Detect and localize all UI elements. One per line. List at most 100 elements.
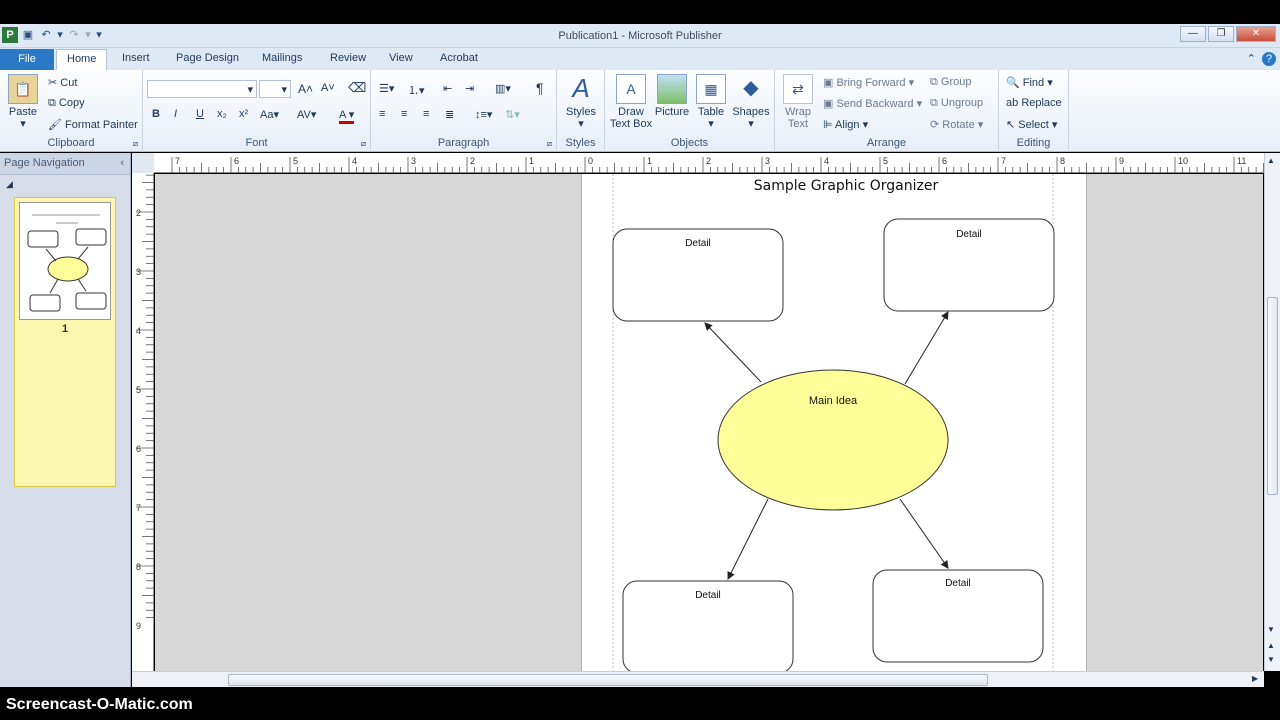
font-color-icon[interactable]: A ▾ (339, 108, 355, 124)
publication-page[interactable]: Sample Graphic Organizer Detail Detail M… (582, 174, 1086, 671)
help-icon[interactable]: ? (1262, 52, 1276, 66)
superscript-icon[interactable]: x² (239, 108, 248, 120)
detail-text-bottom-right[interactable]: Detail (873, 578, 1043, 589)
vertical-ruler[interactable]: 2 3 4 5 6 7 8 9 (132, 152, 154, 671)
page-thumbnail-selected[interactable]: 1 (14, 197, 116, 487)
minimize-ribbon-icon[interactable]: ⌃ (1247, 52, 1256, 66)
tab-insert[interactable]: Insert (122, 52, 150, 64)
group-font: ▾ ▾ A˄ A˅ ⌫ B I U x₂ x² Aa▾ AV▾ A ▾ Font… (143, 70, 371, 152)
styles-icon: A (572, 73, 590, 103)
wrap-text-button[interactable]: ⇄ Wrap Text (781, 74, 815, 130)
select-button[interactable]: ↖ Select ▾ (1006, 118, 1057, 131)
document-canvas[interactable]: Sample Graphic Organizer Detail Detail M… (155, 174, 1263, 671)
align-left-icon[interactable]: ≡ (379, 108, 385, 120)
table-button[interactable]: ▦ Table ▾ (693, 74, 729, 130)
select-icon: ↖ (1006, 119, 1016, 131)
collapse-pane-icon[interactable]: ‹ (120, 157, 124, 169)
send-backward-icon: ▣ (823, 98, 834, 110)
align-right-icon[interactable]: ≡ (423, 108, 429, 120)
justify-icon[interactable]: ≣ (445, 108, 454, 121)
document-title[interactable]: Sample Graphic Organizer (582, 178, 1110, 194)
picture-button[interactable]: Picture (653, 74, 691, 118)
subscript-icon[interactable]: x₂ (217, 108, 227, 120)
replace-button[interactable]: ab Replace (1006, 97, 1062, 109)
align-label: Align (835, 119, 860, 131)
tab-acrobat[interactable]: Acrobat (440, 52, 478, 64)
bold-button[interactable]: B (152, 108, 160, 120)
tab-file[interactable]: File (0, 49, 54, 70)
styles-button[interactable]: A Styles ▾ (564, 74, 598, 130)
group-label: Group (940, 76, 972, 88)
paragraph-spacing-icon[interactable]: ⇅▾ (505, 108, 520, 121)
ribbon-home: 📋 Paste ▾ ✂ Cut ⧉ Copy 🖌 Format Painter … (0, 70, 1280, 152)
font-launcher-icon[interactable]: ⧄ (361, 139, 366, 149)
align-button[interactable]: ⊫ Align ▾ (823, 118, 868, 131)
rotate-button[interactable]: ⟳ Rotate ▾ (930, 118, 983, 131)
minimize-button[interactable]: — (1180, 26, 1206, 42)
picture-icon (657, 74, 687, 104)
shapes-button[interactable]: ◆ Shapes ▾ (731, 74, 771, 130)
draw-text-box-button[interactable]: A Draw Text Box (609, 74, 653, 130)
format-painter-button[interactable]: 🖌 Format Painter (48, 118, 138, 131)
clipboard-launcher-icon[interactable]: ⧄ (133, 139, 138, 149)
h-ruler-label: 1 (529, 156, 534, 166)
decrease-indent-icon[interactable]: ⇤ (443, 82, 452, 95)
ruler-corner (132, 153, 154, 173)
align-center-icon[interactable]: ≡ (401, 108, 407, 120)
detail-text-top-left[interactable]: Detail (613, 238, 783, 249)
ungroup-button[interactable]: ⧉ Ungroup (930, 97, 983, 110)
next-page-icon[interactable]: ▼ (1267, 655, 1275, 664)
clear-formatting-icon[interactable]: ⌫ (348, 80, 366, 96)
grow-font-icon[interactable]: A˄ (298, 82, 313, 96)
numbering-icon[interactable]: ⒈▾ (408, 82, 425, 98)
h-ruler-label: 0 (588, 156, 593, 166)
vertical-scroll-thumb[interactable] (1267, 297, 1278, 495)
detail-text-bottom-left[interactable]: Detail (623, 590, 793, 601)
ungroup-label: Ungroup (940, 97, 984, 109)
bullets-icon[interactable]: ☰▾ (379, 82, 394, 95)
italic-button[interactable]: I (174, 108, 177, 120)
bring-forward-button[interactable]: ▣ Bring Forward ▾ (823, 76, 914, 89)
underline-button[interactable]: U (196, 108, 204, 120)
paste-button[interactable]: 📋 Paste ▾ (6, 74, 40, 130)
cut-button[interactable]: ✂ Cut (48, 76, 77, 89)
tab-mailings[interactable]: Mailings (262, 52, 302, 64)
horizontal-ruler[interactable]: 7 6 5 4 3 2 1 0 1 2 3 4 5 6 7 8 9 10 11 (154, 153, 1279, 173)
restore-button[interactable]: ❐ (1208, 26, 1234, 42)
send-backward-button[interactable]: ▣ Send Backward ▾ (823, 97, 922, 110)
line-spacing-icon[interactable]: ↕≡▾ (475, 108, 492, 121)
change-case-icon[interactable]: Aa▾ (260, 108, 279, 121)
copy-button[interactable]: ⧉ Copy (48, 97, 85, 110)
expand-nav-icon[interactable]: ◢ (6, 179, 13, 190)
character-spacing-icon[interactable]: AV▾ (297, 108, 316, 121)
previous-page-icon[interactable]: ▲ (1267, 641, 1275, 650)
tab-view[interactable]: View (389, 52, 413, 64)
font-size-combo[interactable]: ▾ (259, 80, 291, 98)
increase-indent-icon[interactable]: ⇥ (465, 82, 474, 95)
horizontal-scrollbar[interactable]: ▶ (132, 671, 1264, 687)
group-button[interactable]: ⧉ Group (930, 76, 972, 89)
shrink-font-icon[interactable]: A˅ (321, 82, 335, 94)
group-paragraph: ☰▾ ⒈▾ ⇤ ⇥ ▥▾ ¶ ≡ ≡ ≡ ≣ ↕≡▾ ⇅▾ Paragraph … (371, 70, 557, 152)
vertical-scrollbar[interactable]: ▲ ▼ ▲ ▼ (1264, 153, 1280, 671)
tab-review[interactable]: Review (330, 52, 366, 64)
main-idea-ellipse[interactable] (717, 369, 949, 511)
columns-icon[interactable]: ▥▾ (495, 82, 511, 95)
vertical-ruler-ticks: 2 3 4 5 6 7 8 9 (136, 152, 154, 631)
font-family-combo[interactable]: ▾ (147, 80, 257, 98)
detail-text-top-right[interactable]: Detail (884, 229, 1054, 240)
close-button[interactable]: ✕ (1236, 26, 1276, 42)
show-paragraph-marks-button[interactable]: ¶ (536, 80, 544, 96)
tab-home[interactable]: Home (56, 49, 108, 71)
scroll-down-icon[interactable]: ▼ (1267, 625, 1275, 634)
page-navigation-title: Page Navigation (4, 157, 85, 169)
styles-dropdown-icon: ▾ (578, 118, 584, 130)
paragraph-launcher-icon[interactable]: ⧄ (547, 139, 552, 149)
clipboard-group-label: Clipboard (47, 137, 95, 149)
scroll-right-icon[interactable]: ▶ (1252, 674, 1258, 683)
scroll-up-icon[interactable]: ▲ (1267, 156, 1275, 165)
main-idea-text[interactable]: Main Idea (718, 395, 948, 407)
horizontal-scroll-thumb[interactable] (228, 674, 988, 686)
find-button[interactable]: 🔍 Find ▾ (1006, 76, 1053, 89)
tab-page-design[interactable]: Page Design (176, 52, 239, 64)
